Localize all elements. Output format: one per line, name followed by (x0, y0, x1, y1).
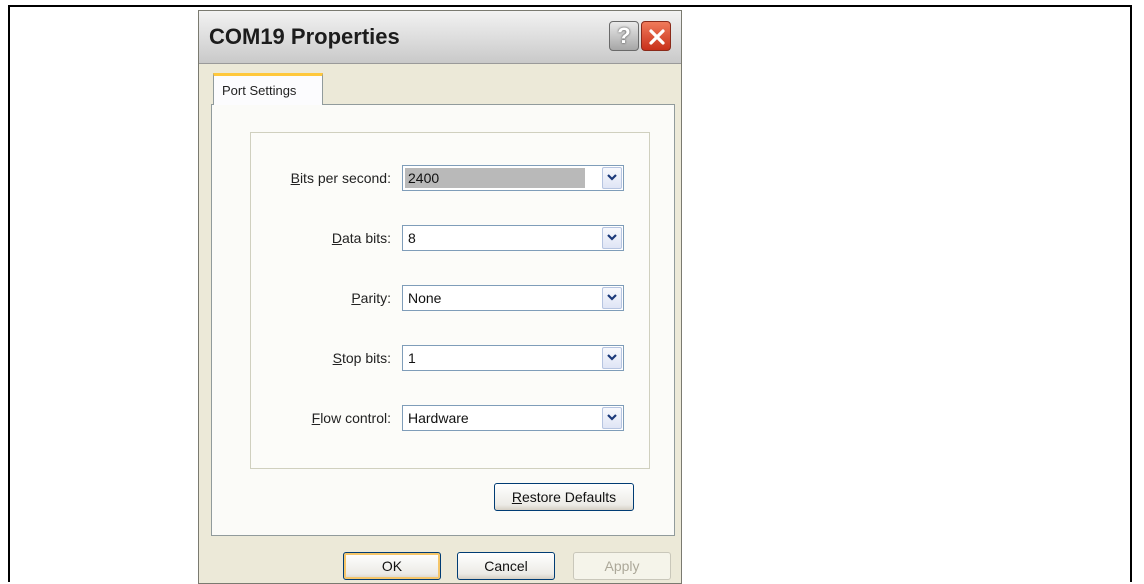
data-bits-label: Data bits: (331, 230, 391, 246)
title-bar[interactable]: COM19 Properties ? (199, 11, 681, 64)
bits-per-second-label: Bits per second: (290, 170, 391, 186)
apply-button[interactable]: Apply (573, 552, 671, 580)
field-row-bits-per-second: Bits per second: 2400 (251, 165, 649, 191)
dropdown-arrow-button[interactable] (602, 167, 622, 189)
flow-control-label: Flow control: (311, 410, 391, 426)
bits-per-second-select[interactable]: 2400 (402, 165, 624, 191)
chevron-down-icon (607, 174, 617, 181)
flow-control-value: Hardware (408, 410, 469, 426)
data-bits-select[interactable]: 8 (402, 225, 624, 251)
stop-bits-label: Stop bits: (332, 350, 391, 366)
parity-select[interactable]: None (402, 285, 624, 311)
dropdown-arrow-button[interactable] (602, 287, 622, 309)
cancel-button[interactable]: Cancel (457, 552, 555, 580)
dropdown-arrow-button[interactable] (602, 347, 622, 369)
field-row-parity: Parity: None (251, 285, 649, 311)
stop-bits-value: 1 (408, 350, 416, 366)
close-button[interactable] (641, 21, 671, 51)
chevron-down-icon (607, 354, 617, 361)
field-row-data-bits: Data bits: 8 (251, 225, 649, 251)
ok-button[interactable]: OK (343, 552, 441, 580)
dropdown-arrow-button[interactable] (602, 227, 622, 249)
field-row-stop-bits: Stop bits: 1 (251, 345, 649, 371)
properties-dialog: COM19 Properties ? Port Settings Bits pe… (198, 10, 682, 584)
chevron-down-icon (607, 414, 617, 421)
window-title: COM19 Properties (209, 24, 400, 49)
parity-label: Parity: (351, 290, 391, 306)
port-settings-group: Bits per second: 2400 Data bits: 8 Parit… (250, 132, 650, 469)
tab-port-settings[interactable]: Port Settings (213, 73, 323, 105)
field-row-flow-control: Flow control: Hardware (251, 405, 649, 431)
close-icon (649, 29, 665, 45)
parity-value: None (408, 290, 442, 306)
dropdown-arrow-button[interactable] (602, 407, 622, 429)
chevron-down-icon (607, 234, 617, 241)
help-button[interactable]: ? (609, 21, 639, 51)
chevron-down-icon (607, 294, 617, 301)
stop-bits-select[interactable]: 1 (402, 345, 624, 371)
screenshot-frame: COM19 Properties ? Port Settings Bits pe… (8, 5, 1132, 584)
flow-control-select[interactable]: Hardware (402, 405, 624, 431)
data-bits-value: 8 (408, 230, 416, 246)
tab-panel-port-settings: Bits per second: 2400 Data bits: 8 Parit… (211, 104, 675, 536)
restore-defaults-button[interactable]: Restore Defaults (494, 483, 634, 511)
bits-per-second-value: 2400 (408, 170, 440, 186)
